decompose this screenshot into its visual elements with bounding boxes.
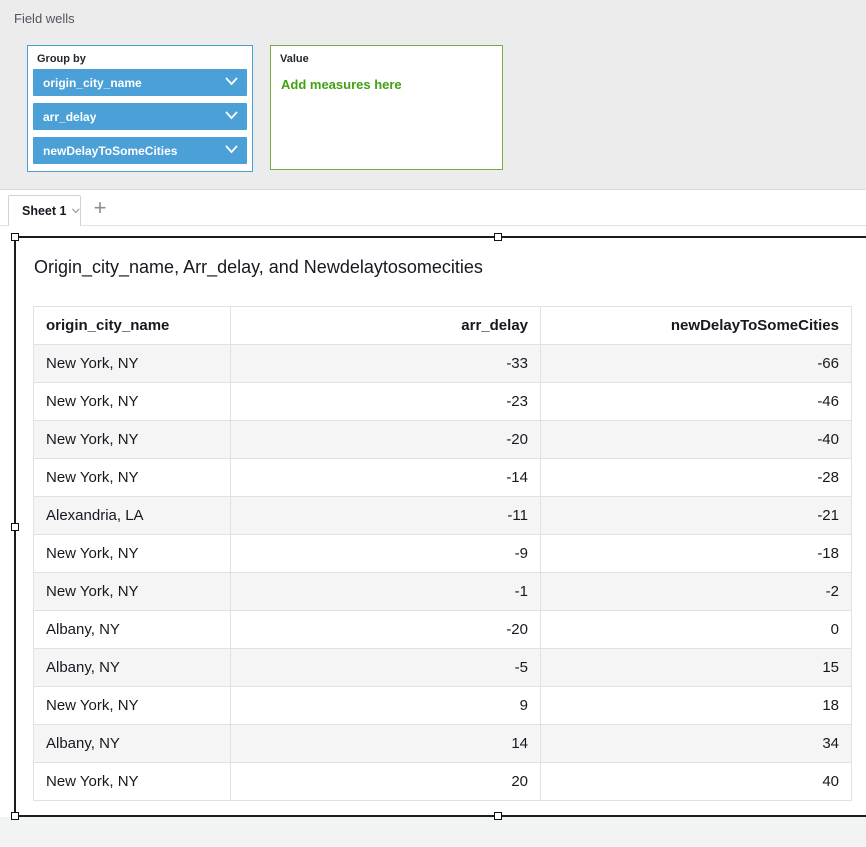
cell-origin-city[interactable]: Albany, NY	[34, 725, 231, 763]
cell-newdelaytosomecities[interactable]: -66	[541, 345, 852, 383]
table-row: Albany, NY-515	[34, 649, 852, 687]
chevron-down-icon	[225, 145, 238, 154]
cell-newdelaytosomecities[interactable]: -18	[541, 535, 852, 573]
cell-origin-city[interactable]: New York, NY	[34, 345, 231, 383]
cell-newdelaytosomecities[interactable]: 15	[541, 649, 852, 687]
table-visual[interactable]: Origin_city_name, Arr_delay, and Newdela…	[14, 236, 866, 817]
cell-origin-city[interactable]: New York, NY	[34, 459, 231, 497]
group-by-well[interactable]: Group by origin_city_name arr_delay newD…	[27, 45, 253, 172]
resize-handle-top-center[interactable]	[494, 233, 502, 241]
cell-arr-delay[interactable]: -14	[231, 459, 541, 497]
cell-arr-delay[interactable]: -20	[231, 611, 541, 649]
cell-newdelaytosomecities[interactable]: 34	[541, 725, 852, 763]
resize-handle-middle-left[interactable]	[11, 523, 19, 531]
add-measures-hint: Add measures here	[281, 77, 402, 92]
field-pill-label: arr_delay	[33, 110, 96, 124]
cell-arr-delay[interactable]: -20	[231, 421, 541, 459]
cell-origin-city[interactable]: New York, NY	[34, 573, 231, 611]
table-row: New York, NY-20-40	[34, 421, 852, 459]
cell-newdelaytosomecities[interactable]: -46	[541, 383, 852, 421]
table-row: New York, NY-1-2	[34, 573, 852, 611]
cell-newdelaytosomecities[interactable]: 40	[541, 763, 852, 801]
group-by-pill-stack: origin_city_name arr_delay newDelayToSom…	[33, 69, 247, 171]
cell-arr-delay[interactable]: -1	[231, 573, 541, 611]
group-by-label: Group by	[37, 53, 86, 65]
cell-newdelaytosomecities[interactable]: 18	[541, 687, 852, 725]
cell-newdelaytosomecities[interactable]: -28	[541, 459, 852, 497]
field-pill-origin-city-name[interactable]: origin_city_name	[33, 69, 247, 96]
cell-newdelaytosomecities[interactable]: 0	[541, 611, 852, 649]
table-header-row: origin_city_name arr_delay newDelayToSom…	[34, 307, 852, 345]
cell-origin-city[interactable]: New York, NY	[34, 421, 231, 459]
chevron-down-icon	[225, 111, 238, 120]
add-sheet-button[interactable]: +	[88, 193, 112, 223]
field-pill-label: origin_city_name	[33, 76, 142, 90]
cell-arr-delay[interactable]: -33	[231, 345, 541, 383]
table-row: Albany, NY1434	[34, 725, 852, 763]
chevron-down-icon	[225, 77, 238, 86]
visual-title: Origin_city_name, Arr_delay, and Newdela…	[34, 257, 483, 278]
column-header-newdelaytosomecities[interactable]: newDelayToSomeCities	[541, 307, 852, 345]
chevron-down-icon[interactable]	[72, 207, 80, 215]
cell-arr-delay[interactable]: 14	[231, 725, 541, 763]
table-row: Albany, NY-200	[34, 611, 852, 649]
resize-handle-bottom-left[interactable]	[11, 812, 19, 820]
cell-origin-city[interactable]: New York, NY	[34, 763, 231, 801]
sheet-tab-label: Sheet 1	[22, 204, 66, 218]
cell-arr-delay[interactable]: -23	[231, 383, 541, 421]
field-pill-arr-delay[interactable]: arr_delay	[33, 103, 247, 130]
cell-newdelaytosomecities[interactable]: -21	[541, 497, 852, 535]
data-table: origin_city_name arr_delay newDelayToSom…	[33, 306, 852, 801]
tab-sheet-1[interactable]: Sheet 1	[8, 195, 81, 226]
value-label: Value	[280, 53, 309, 65]
cell-newdelaytosomecities[interactable]: -2	[541, 573, 852, 611]
table-body: New York, NY-33-66New York, NY-23-46New …	[34, 345, 852, 801]
cell-newdelaytosomecities[interactable]: -40	[541, 421, 852, 459]
table-row: New York, NY-9-18	[34, 535, 852, 573]
column-header-origin-city-name[interactable]: origin_city_name	[34, 307, 231, 345]
cell-arr-delay[interactable]: 9	[231, 687, 541, 725]
cell-arr-delay[interactable]: -11	[231, 497, 541, 535]
cell-origin-city[interactable]: New York, NY	[34, 383, 231, 421]
cell-origin-city[interactable]: New York, NY	[34, 687, 231, 725]
table-row: New York, NY918	[34, 687, 852, 725]
sheet-tab-bar: Sheet 1 +	[0, 191, 866, 226]
sheet-canvas: Origin_city_name, Arr_delay, and Newdela…	[0, 227, 866, 847]
cell-arr-delay[interactable]: -9	[231, 535, 541, 573]
field-wells-panel: Field wells Group by origin_city_name ar…	[0, 0, 866, 190]
table-row: New York, NY2040	[34, 763, 852, 801]
resize-handle-top-left[interactable]	[11, 233, 19, 241]
column-header-arr-delay[interactable]: arr_delay	[231, 307, 541, 345]
value-well[interactable]: Value Add measures here	[270, 45, 503, 170]
table-row: Alexandria, LA-11-21	[34, 497, 852, 535]
canvas-bottom-strip	[0, 817, 866, 847]
table-row: New York, NY-23-46	[34, 383, 852, 421]
cell-arr-delay[interactable]: -5	[231, 649, 541, 687]
field-pill-newdelaytosomecities[interactable]: newDelayToSomeCities	[33, 137, 247, 164]
cell-arr-delay[interactable]: 20	[231, 763, 541, 801]
cell-origin-city[interactable]: Albany, NY	[34, 649, 231, 687]
cell-origin-city[interactable]: New York, NY	[34, 535, 231, 573]
cell-origin-city[interactable]: Alexandria, LA	[34, 497, 231, 535]
field-wells-title: Field wells	[14, 11, 75, 26]
cell-origin-city[interactable]: Albany, NY	[34, 611, 231, 649]
table-row: New York, NY-14-28	[34, 459, 852, 497]
table-row: New York, NY-33-66	[34, 345, 852, 383]
resize-handle-bottom-center[interactable]	[494, 812, 502, 820]
field-pill-label: newDelayToSomeCities	[33, 144, 177, 158]
